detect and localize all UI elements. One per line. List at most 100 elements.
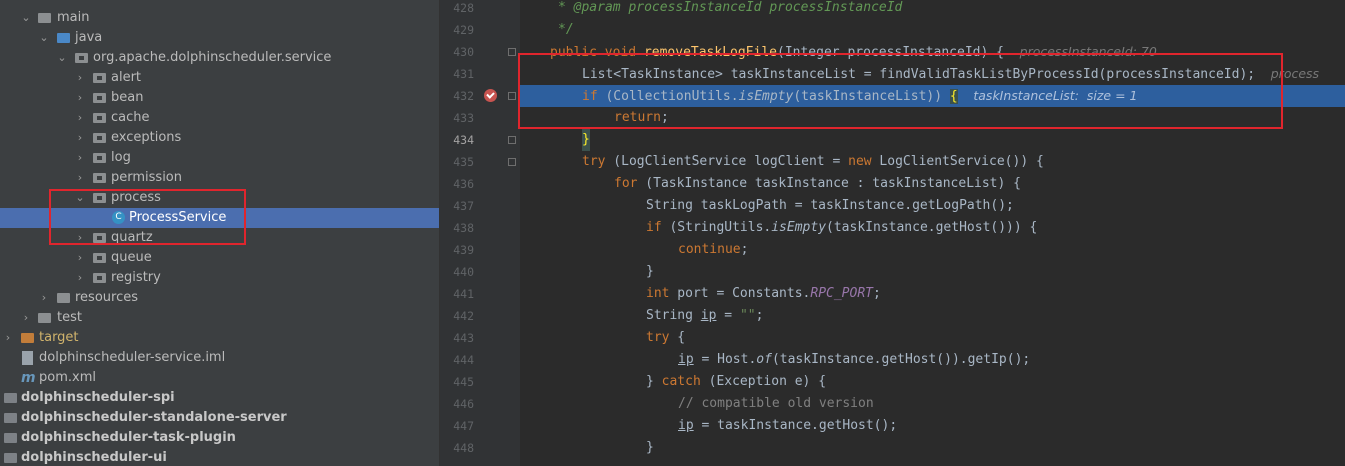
code-line[interactable]: } [518,261,1345,283]
code-text: try (LogClientService logClient = new Lo… [582,151,1044,173]
package-icon [93,73,106,83]
chevron-right-icon[interactable]: › [74,88,86,108]
code-part: (Exception e) { [700,374,827,389]
code-line[interactable]: } catch (Exception e) { [518,371,1345,393]
tree-item-module-standalone[interactable]: dolphinscheduler-standalone-server [0,408,439,428]
chevron-right-icon[interactable]: › [74,268,86,288]
tree-item-label: queue [111,250,152,265]
chevron-right-icon[interactable]: › [38,288,50,308]
code-line[interactable]: for (TaskInstance taskInstance : taskIns… [518,173,1345,195]
line-number: 428 [453,1,474,15]
code-line[interactable]: String taskLogPath = taskInstance.getLog… [518,195,1345,217]
code-part: (taskInstance.getHost()).getIp(); [771,352,1031,367]
chevron-right-icon[interactable]: › [74,148,86,168]
code-line[interactable]: try (LogClientService logClient = new Lo… [518,151,1345,173]
code-text: ip = taskInstance.getHost(); [678,415,897,437]
code-line[interactable]: } [518,129,1345,151]
chevron-right-icon[interactable]: › [2,328,14,348]
package-icon [93,113,106,123]
string-literal: "" [739,308,756,323]
tree-item-target[interactable]: › target [0,328,439,348]
variable: ip [678,352,694,367]
tree-item-permission[interactable]: › permission [0,168,439,188]
chevron-down-icon[interactable]: ⌄ [38,28,50,48]
code-line[interactable]: String ip = ""; [518,305,1345,327]
code-line[interactable]: if (StringUtils.isEmpty(taskInstance.get… [518,217,1345,239]
tree-item-registry[interactable]: › registry [0,268,439,288]
code-text: continue; [678,239,748,261]
tree-item-log[interactable]: › log [0,148,439,168]
code-line[interactable]: try { [518,327,1345,349]
static-call: of [756,352,772,367]
chevron-right-icon[interactable]: › [74,68,86,88]
tree-item-service-package[interactable]: ⌄ org.apache.dolphinscheduler.service [0,48,439,68]
package-icon [93,133,106,143]
code-statement: } [646,264,654,279]
variable: ip [700,308,717,323]
chevron-down-icon[interactable]: ⌄ [56,48,68,68]
code-part: (taskInstance.getHost())) { [826,220,1038,235]
code-line[interactable]: ip = Host.of(taskInstance.getHost()).get… [518,349,1345,371]
chevron-right-icon[interactable]: › [20,308,32,328]
tree-item-label: exceptions [111,130,182,145]
code-part: (TaskInstance taskInstance : taskInstanc… [637,176,1021,191]
code-part: = taskInstance.getHost(); [693,418,898,433]
tree-top-strip [0,0,439,8]
code-line[interactable]: // compatible old version [518,393,1345,415]
tree-item-bean[interactable]: › bean [0,88,439,108]
line-number: 436 [453,177,474,191]
code-line[interactable]: continue; [518,239,1345,261]
code-part: (LogClientService logClient = [605,154,849,169]
line-number-current: 434 [453,133,474,147]
tree-item-label: dolphinscheduler-task-plugin [21,430,236,445]
fold-marker-icon[interactable] [508,136,516,144]
chevron-right-icon[interactable]: › [74,168,86,188]
tree-item-resources[interactable]: › resources [0,288,439,308]
code-line[interactable]: * @param processInstanceId processInstan… [518,0,1345,19]
code-line[interactable]: */ [518,19,1345,41]
package-icon [93,153,106,163]
code-line[interactable]: int port = Constants.RPC_PORT; [518,283,1345,305]
module-icon [4,433,17,443]
tree-item-test[interactable]: › test [0,308,439,328]
chevron-right-icon[interactable]: › [74,108,86,128]
tree-item-main[interactable]: ⌄ main [0,8,439,28]
javadoc-end: */ [558,22,574,37]
fold-marker-icon[interactable] [508,92,516,100]
tree-item-cache[interactable]: › cache [0,108,439,128]
tree-item-label: cache [111,110,150,125]
code-part: (StringUtils. [661,220,772,235]
code-line[interactable]: ip = taskInstance.getHost(); [518,415,1345,437]
tree-item-java[interactable]: ⌄ java [0,28,439,48]
tree-item-module-task-plugin[interactable]: dolphinscheduler-task-plugin [0,428,439,448]
code-text: ip = Host.of(taskInstance.getHost()).get… [678,349,1030,371]
fold-marker-icon[interactable] [508,48,516,56]
module-icon [4,413,17,423]
tree-item-iml-file[interactable]: dolphinscheduler-service.iml [0,348,439,368]
chevron-down-icon[interactable]: ⌄ [20,8,32,28]
tree-item-label: dolphinscheduler-service.iml [39,350,226,365]
tree-item-alert[interactable]: › alert [0,68,439,88]
chevron-right-icon[interactable]: › [74,248,86,268]
tree-item-exceptions[interactable]: › exceptions [0,128,439,148]
line-number: 431 [453,67,474,81]
code-line[interactable]: } [518,437,1345,459]
chevron-right-icon[interactable]: › [74,128,86,148]
editor-gutter[interactable]: 428 429 430 431 432 433 434 435 436 437 … [440,0,520,466]
tree-item-label: target [39,330,79,345]
tree-item-queue[interactable]: › queue [0,248,439,268]
breakpoint-icon[interactable] [484,89,497,102]
line-number: 445 [453,375,474,389]
tree-item-label: main [57,10,90,25]
tree-item-module-ui[interactable]: dolphinscheduler-ui [0,448,439,466]
code-part: port = Constants. [669,286,811,301]
tree-item-label: dolphinscheduler-ui [21,450,167,465]
tree-item-label: org.apache.dolphinscheduler.service [93,50,332,65]
fold-marker-icon[interactable] [508,158,516,166]
tree-item-module-spi[interactable]: dolphinscheduler-spi [0,388,439,408]
package-icon [93,93,106,103]
resources-folder-icon [57,293,70,303]
line-number: 435 [453,155,474,169]
code-text: String ip = ""; [646,305,763,327]
tree-item-pom[interactable]: m pom.xml [0,368,439,388]
